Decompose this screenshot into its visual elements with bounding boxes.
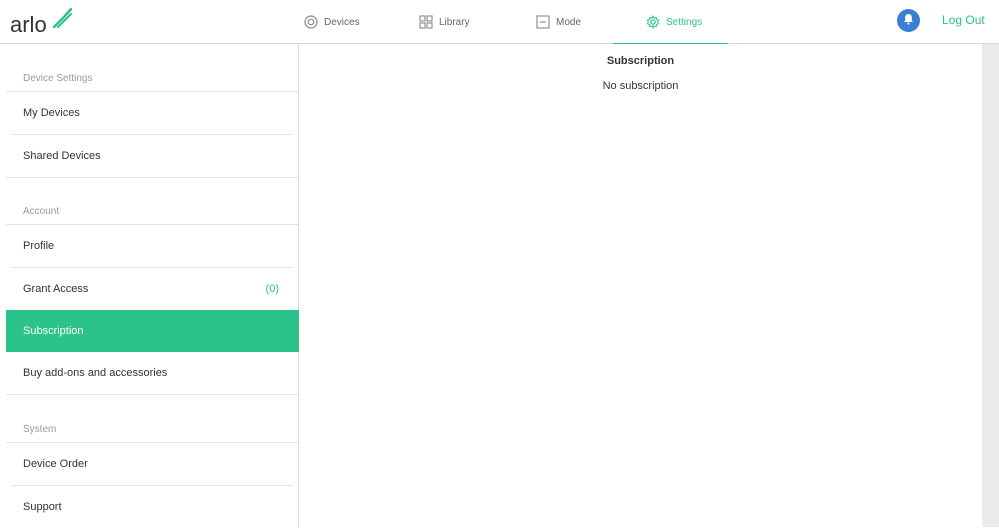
arlo-logo[interactable]: arlo [10, 5, 74, 37]
logout-link[interactable]: Log Out [942, 13, 985, 27]
sidebar-item-subscription[interactable]: Subscription [6, 310, 299, 352]
page-title: Subscription [606, 55, 675, 67]
sidebar-item-label: Buy add-ons and accessories [23, 367, 168, 379]
tab-library[interactable]: Library [419, 0, 470, 44]
tab-devices[interactable]: Devices [304, 0, 360, 44]
bell-icon [903, 12, 914, 30]
tab-mode-label: Mode [556, 16, 582, 28]
settings-icon [646, 15, 660, 29]
tab-devices-label: Devices [324, 16, 360, 28]
svg-text:arlo: arlo [10, 12, 47, 35]
page-gutter [982, 44, 999, 527]
sidebar-item-profile[interactable]: Profile [6, 225, 299, 267]
library-icon [419, 15, 433, 29]
notifications-button[interactable] [897, 9, 920, 32]
top-navigation-bar: arlo Devices Library Mode Settings Log O… [0, 0, 999, 45]
sidebar-item-shared-devices[interactable]: Shared Devices [6, 135, 299, 177]
subscription-panel: Subscription No subscription [299, 44, 982, 527]
divider [6, 177, 299, 178]
divider [6, 394, 299, 395]
tab-mode[interactable]: Mode [536, 0, 581, 44]
mode-icon [536, 15, 550, 29]
sidebar-item-grant-access[interactable]: Grant Access (0) [6, 268, 299, 310]
sidebar-item-my-devices[interactable]: My Devices [6, 92, 299, 134]
tab-settings[interactable]: Settings [613, 0, 728, 45]
sidebar-item-device-order[interactable]: Device Order [6, 443, 299, 485]
sidebar-item-label: Subscription [23, 325, 84, 337]
settings-sidebar: Device Settings My Devices Shared Device… [6, 44, 299, 527]
devices-icon [304, 15, 318, 29]
subscription-status: No subscription [602, 80, 679, 92]
section-header-device-settings: Device Settings [23, 73, 93, 84]
sidebar-item-buy-addons[interactable]: Buy add-ons and accessories [6, 352, 299, 394]
sidebar-item-label: Profile [23, 240, 55, 252]
tab-library-label: Library [439, 16, 470, 28]
section-header-account: Account [23, 206, 60, 217]
sidebar-item-support[interactable]: Support [6, 486, 299, 528]
section-header-system: System [23, 424, 57, 435]
tab-settings-label: Settings [666, 16, 703, 28]
sidebar-item-label: Grant Access [23, 283, 89, 295]
sidebar-item-label: My Devices [23, 107, 80, 119]
sidebar-item-label: Device Order [23, 458, 88, 470]
grant-access-count: (0) [265, 283, 279, 295]
sidebar-item-label: Shared Devices [23, 150, 101, 162]
sidebar-item-label: Support [23, 501, 62, 513]
